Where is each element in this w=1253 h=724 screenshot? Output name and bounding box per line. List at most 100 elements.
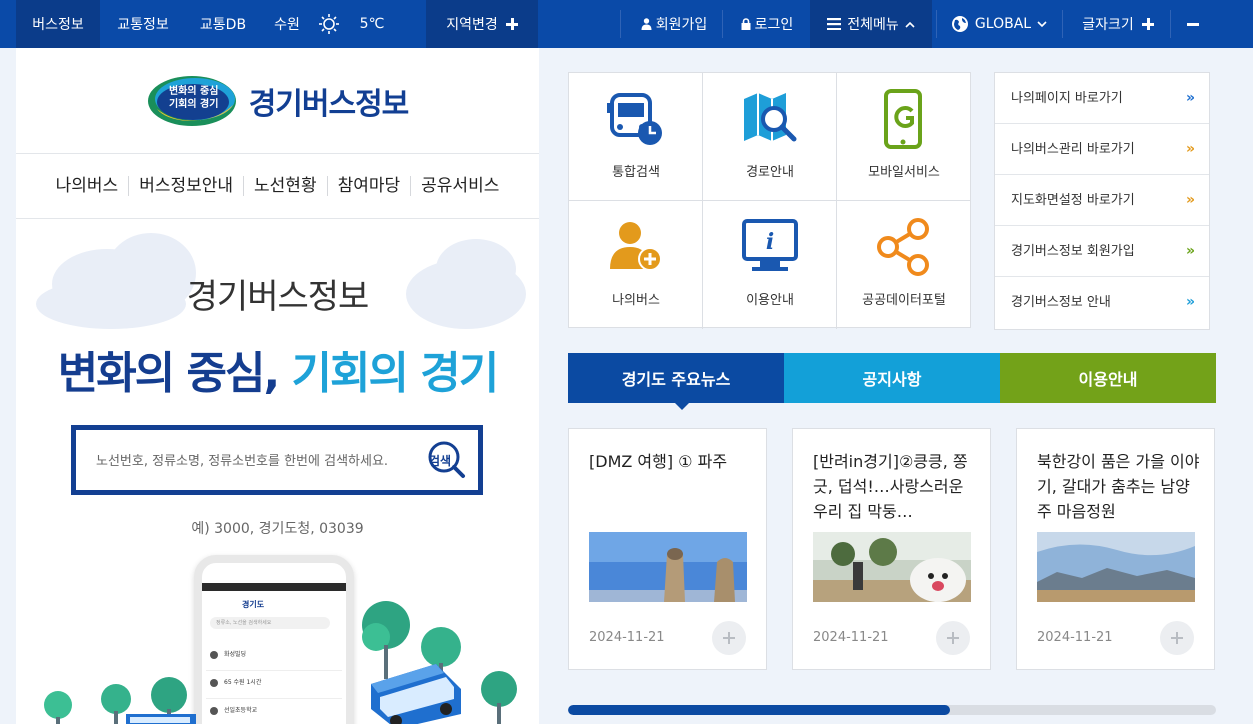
double-chevron-right-icon: »: [1185, 141, 1195, 157]
news-more-button[interactable]: [712, 621, 746, 655]
emblem-text: 변화의 중심 기회의 경기: [161, 85, 227, 111]
shortcut-map-settings[interactable]: 지도화면설정 바로가기 »: [995, 175, 1209, 226]
mobile-icon: [884, 89, 922, 149]
emblem-line-2: 기회의 경기: [168, 98, 219, 110]
quick-menu-label: 공공데이터포털: [862, 293, 946, 308]
topbar-traffic-db-label: 교통DB: [199, 17, 247, 33]
plus-icon: [1141, 18, 1154, 30]
nav-route-status[interactable]: 노선현황: [244, 176, 328, 196]
quick-menu-grid: 통합검색 경로안내 모바일서비스 나의버스 i 이용안내 공공데이터포털: [568, 72, 971, 329]
search-button[interactable]: 검색: [427, 440, 467, 480]
news-card[interactable]: 북한강이 품은 가을 이야기, 갈대가 춤추는 남양주 마음정원 2024-11…: [1016, 428, 1215, 670]
tree-illustration: [44, 691, 72, 724]
news-title: 북한강이 품은 가을 이야기, 갈대가 춤추는 남양주 마음정원: [1037, 452, 1200, 521]
shortcut-my-bus-management[interactable]: 나의버스관리 바로가기 »: [995, 124, 1209, 175]
hero-title: 변화의 중심, 기회의 경기: [16, 337, 539, 401]
news-date: 2024-11-21: [1037, 630, 1113, 645]
news-more-button[interactable]: [936, 621, 970, 655]
search-button-label: 검색: [429, 454, 452, 468]
plus-icon: [505, 18, 518, 30]
tab-gyeonggi-news[interactable]: 경기도 주요뉴스: [568, 353, 784, 403]
nav-participation[interactable]: 참여마당: [328, 176, 412, 196]
sun-icon: [314, 0, 344, 48]
font-size-increase-button[interactable]: 글자크기: [1066, 0, 1170, 48]
tab-usage-guide[interactable]: 이용안내: [1000, 353, 1216, 403]
hero-title-part-1: 변화의 중심,: [57, 348, 280, 399]
tree-illustration: [481, 671, 517, 724]
search-box: 검색: [71, 425, 483, 495]
quick-menu-usage-guide[interactable]: i 이용안내: [703, 201, 837, 329]
quick-menu-mobile-service[interactable]: 모바일서비스: [837, 73, 971, 201]
search-input[interactable]: [96, 448, 406, 474]
monitor-info-icon: i: [742, 219, 798, 271]
all-menu-label: 전체메뉴: [847, 17, 899, 33]
quick-menu-route-guide[interactable]: 경로안내: [703, 73, 837, 201]
globe-icon: [951, 16, 968, 32]
topbar-traffic-db[interactable]: 교통DB: [186, 0, 260, 48]
quick-menu-label: 나의버스: [612, 293, 660, 308]
font-size-decrease-button[interactable]: [1172, 0, 1214, 48]
double-chevron-right-icon: »: [1185, 192, 1195, 208]
progress-fill: [568, 705, 951, 715]
bus-clock-icon: [607, 93, 662, 145]
tab-notice[interactable]: 공지사항: [784, 353, 1000, 403]
news-title: [반려in경기]②킁킁, 쫑긋, 덥석!…사랑스러운 우리 집 막둥…: [813, 452, 968, 521]
main-navigation: 나의버스 버스정보안내 노선현황 참여마당 공유서비스: [16, 154, 539, 219]
shortcut-info[interactable]: 경기버스정보 안내 »: [995, 277, 1209, 328]
topbar-bus-info[interactable]: 버스정보: [16, 0, 100, 48]
weather-temperature-label: 5℃: [359, 16, 385, 32]
emblem-line-1: 변화의 중심: [168, 85, 219, 97]
tab-label: 경기도 주요뉴스: [621, 370, 731, 389]
shortcut-member-join[interactable]: 경기버스정보 회원가입 »: [995, 226, 1209, 277]
hamburger-icon: [827, 18, 842, 30]
weather-temperature: 5℃: [344, 0, 400, 48]
shortcut-label: 지도화면설정 바로가기: [1011, 193, 1135, 208]
topbar-traffic-info-label: 교통정보: [117, 17, 169, 33]
quick-menu-label: 이용안내: [746, 293, 794, 308]
double-chevron-right-icon: »: [1185, 90, 1195, 106]
site-logo[interactable]: 변화의 중심 기회의 경기 경기버스정보: [16, 48, 539, 154]
global-button[interactable]: GLOBAL: [940, 0, 1058, 48]
news-date: 2024-11-21: [813, 630, 889, 645]
login-button[interactable]: 로그인: [728, 0, 806, 48]
bus-illustration: [126, 714, 196, 724]
quick-menu-public-data-portal[interactable]: 공공데이터포털: [837, 201, 971, 329]
top-bar: 버스정보 교통정보 교통DB 수원 5℃ 지역변경 회원가입 로그인 전체메뉴 …: [0, 0, 1253, 48]
tab-label: 이용안내: [1078, 370, 1138, 389]
user-add-icon: [610, 222, 662, 271]
lock-icon: [741, 18, 751, 30]
all-menu-button[interactable]: 전체메뉴: [810, 0, 932, 48]
region-change-button[interactable]: 지역변경: [426, 0, 538, 48]
phone-title: 경기도: [242, 600, 265, 609]
double-chevron-right-icon: »: [1185, 294, 1195, 310]
news-more-button[interactable]: [1160, 621, 1194, 655]
quick-menu-my-bus[interactable]: 나의버스: [569, 201, 703, 329]
divider: [1170, 10, 1171, 38]
hero-title-part-2: 기회의 경기: [291, 348, 500, 399]
chevron-down-icon: [1037, 20, 1047, 27]
phone-search: 정류소, 노선을 검색하세요: [210, 617, 330, 629]
divider: [620, 10, 621, 38]
double-chevron-right-icon: »: [1185, 243, 1195, 259]
news-thumbnail: [813, 532, 971, 602]
news-slider-progress[interactable]: [568, 705, 1216, 715]
quick-menu-integrated-search[interactable]: 통합검색: [569, 73, 703, 201]
news-card[interactable]: [DMZ 여행] ① 파주 2024-11-21: [568, 428, 767, 670]
nav-shared-services[interactable]: 공유서비스: [411, 176, 509, 196]
news-date: 2024-11-21: [589, 630, 665, 645]
tab-label: 공지사항: [862, 370, 922, 389]
hero-subtitle: 경기버스정보: [186, 277, 370, 317]
join-button[interactable]: 회원가입: [628, 0, 720, 48]
nav-my-bus[interactable]: 나의버스: [46, 176, 130, 196]
shortcut-label: 경기버스정보 회원가입: [1011, 244, 1135, 259]
quick-menu-label: 모바일서비스: [868, 165, 940, 180]
nav-bus-info-guide[interactable]: 버스정보안내: [129, 176, 245, 196]
site-title: 경기버스정보: [248, 86, 410, 122]
topbar-traffic-info[interactable]: 교통정보: [100, 0, 186, 48]
shortcut-my-page[interactable]: 나의페이지 바로가기 »: [995, 73, 1209, 124]
map-search-icon: [744, 93, 797, 142]
login-label: 로그인: [754, 17, 794, 33]
quick-menu-label: 경로안내: [746, 165, 794, 180]
news-card[interactable]: [반려in경기]②킁킁, 쫑긋, 덥석!…사랑스러운 우리 집 막둥… 2024…: [792, 428, 991, 670]
divider: [1062, 10, 1063, 38]
